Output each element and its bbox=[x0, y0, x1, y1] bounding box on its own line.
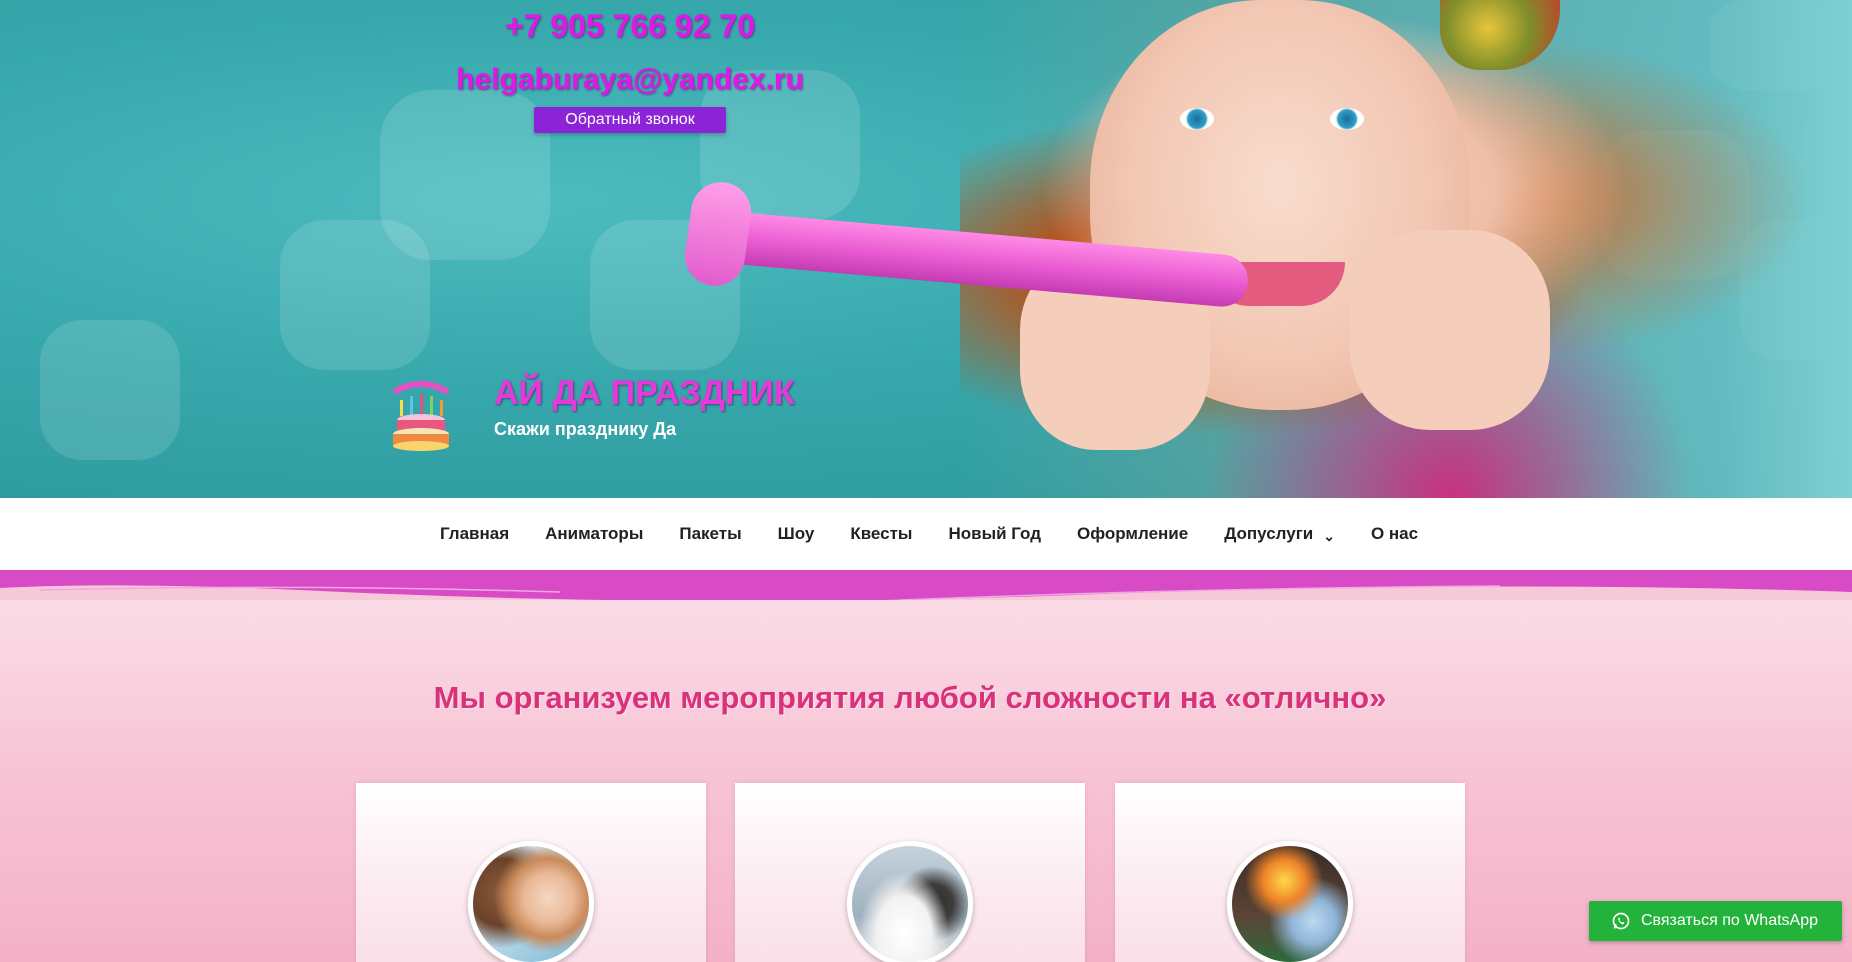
nav-item-quests[interactable]: Квесты bbox=[850, 524, 912, 544]
services-section: Мы организуем мероприятия любой сложност… bbox=[0, 600, 1852, 962]
site-branding: АЙ ДА ПРАЗДНИК Скажи празднику Да bbox=[494, 374, 795, 440]
whatsapp-button[interactable]: Связаться по WhatsApp bbox=[1589, 901, 1842, 941]
bokeh-circle bbox=[40, 320, 180, 460]
kids-party-photo bbox=[468, 841, 594, 962]
nav-item-animators[interactable]: Аниматоры bbox=[545, 524, 643, 544]
nav-menu: Главная Аниматоры Пакеты Шоу Квесты Новы… bbox=[440, 498, 1454, 570]
nav-item-home[interactable]: Главная bbox=[440, 524, 509, 544]
callback-button[interactable]: Обратный звонок bbox=[534, 107, 726, 133]
nav-item-extra-services[interactable]: Допуслуги ⌄ bbox=[1224, 524, 1335, 544]
eye bbox=[1180, 108, 1214, 130]
party-horn-end bbox=[681, 178, 755, 290]
contact-block: +7 905 766 92 70 helgaburaya@yandex.ru О… bbox=[400, 8, 860, 133]
email-link[interactable]: helgaburaya@yandex.ru bbox=[400, 63, 860, 97]
phone-link[interactable]: +7 905 766 92 70 bbox=[400, 8, 860, 45]
service-card[interactable] bbox=[1115, 783, 1465, 962]
whatsapp-icon bbox=[1612, 912, 1630, 930]
hand bbox=[1350, 230, 1550, 430]
whatsapp-label: Связаться по WhatsApp bbox=[1641, 912, 1819, 929]
service-card[interactable] bbox=[356, 783, 706, 962]
birthday-cake-icon[interactable] bbox=[386, 376, 456, 454]
wedding-photo bbox=[847, 841, 973, 962]
fire-show-photo bbox=[1227, 841, 1353, 962]
nav-item-packages[interactable]: Пакеты bbox=[679, 524, 741, 544]
chevron-down-icon[interactable]: ⌄ bbox=[1323, 528, 1335, 545]
main-navigation: Главная Аниматоры Пакеты Шоу Квесты Новы… bbox=[0, 498, 1852, 570]
site-tagline: Скажи празднику Да bbox=[494, 419, 677, 439]
section-headline: Мы организуем мероприятия любой сложност… bbox=[433, 680, 1387, 715]
nav-item-show[interactable]: Шоу bbox=[778, 524, 815, 544]
nav-item-extra-services-label: Допуслуги bbox=[1224, 524, 1314, 543]
nav-item-new-year[interactable]: Новый Год bbox=[948, 524, 1041, 544]
nav-item-decoration[interactable]: Оформление bbox=[1077, 524, 1188, 544]
hero-banner: +7 905 766 92 70 helgaburaya@yandex.ru О… bbox=[0, 0, 1852, 498]
eye bbox=[1330, 108, 1364, 130]
service-card[interactable] bbox=[735, 783, 1085, 962]
nav-item-about[interactable]: О нас bbox=[1371, 524, 1418, 544]
site-title[interactable]: АЙ ДА ПРАЗДНИК bbox=[494, 374, 795, 413]
